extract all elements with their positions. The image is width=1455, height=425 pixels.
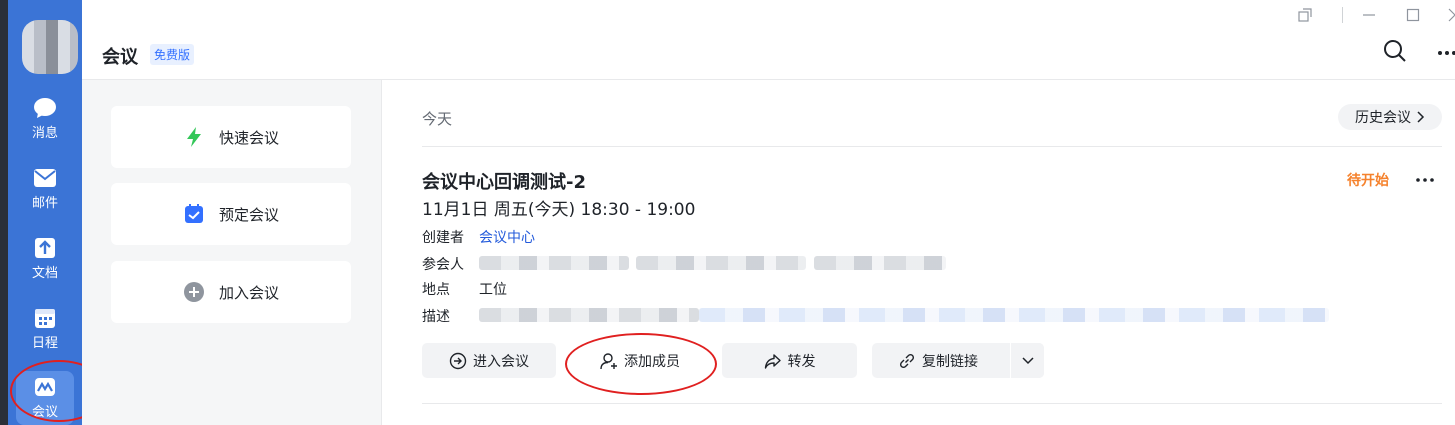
add-user-icon: [600, 352, 618, 370]
divider: [422, 146, 1442, 147]
forward-button[interactable]: 转发: [722, 343, 857, 378]
attendees-redacted: [814, 256, 946, 270]
creator-label: 创建者: [422, 230, 464, 246]
rail-item-meeting[interactable]: 会议: [16, 371, 74, 425]
rail-item-label: 邮件: [31, 196, 58, 211]
rail-item-calendar[interactable]: 日程: [16, 302, 74, 356]
page-title: 会议: [102, 47, 138, 68]
status-badge: 待开始: [1347, 173, 1389, 189]
attendees-label: 参会人: [422, 257, 464, 273]
quick-meeting-button[interactable]: 快速会议: [111, 106, 351, 168]
avatar[interactable]: [22, 20, 78, 74]
copy-link-label: 复制链接: [922, 353, 978, 370]
forward-label: 转发: [787, 353, 816, 370]
attendees-redacted: [636, 256, 806, 270]
app-window: 消息 邮件 文档 日程 会议 会议 免费版 快速会议 预定会议 加入会议 今天 …: [0, 0, 1455, 425]
description-redacted: [479, 308, 699, 322]
rail-item-label: 消息: [31, 126, 58, 141]
rail-edge: [0, 0, 8, 425]
attendees-redacted: [479, 256, 629, 270]
meeting-title[interactable]: 会议中心回调测试-2: [422, 168, 586, 194]
rail-item-label: 日程: [31, 336, 58, 351]
add-member-label: 添加成员: [624, 353, 680, 370]
pin-window-icon[interactable]: [1294, 4, 1316, 26]
link-icon: [898, 352, 916, 370]
edition-badge: 免费版: [150, 44, 195, 65]
rail-item-messages[interactable]: 消息: [16, 92, 74, 146]
mail-icon: [33, 167, 57, 189]
join-meeting-label: 加入会议: [218, 283, 279, 302]
calendar-icon: [33, 307, 57, 329]
schedule-meeting-label: 预定会议: [218, 205, 279, 224]
search-icon[interactable]: [1382, 38, 1408, 64]
chevron-down-icon: [1021, 356, 1034, 365]
forward-icon: [764, 352, 782, 370]
action-panel: 快速会议 预定会议 加入会议: [82, 80, 382, 425]
rail-item-label: 会议: [31, 405, 58, 420]
chat-icon: [33, 97, 57, 119]
meeting-more-icon[interactable]: [1416, 168, 1434, 187]
enter-meeting-button[interactable]: 进入会议: [422, 343, 556, 378]
enter-meeting-label: 进入会议: [473, 353, 529, 370]
more-options-icon[interactable]: [1438, 40, 1455, 64]
nav-rail: 消息 邮件 文档 日程 会议: [8, 0, 82, 425]
description-label: 描述: [422, 309, 450, 325]
minimize-icon[interactable]: [1358, 4, 1380, 26]
chevron-right-icon: [1417, 111, 1425, 123]
divider: [422, 403, 1442, 404]
close-icon[interactable]: [1444, 4, 1455, 26]
history-meetings-button[interactable]: 历史会议: [1338, 104, 1442, 130]
join-meeting-button[interactable]: 加入会议: [111, 261, 351, 323]
copy-link-dropdown[interactable]: [1011, 343, 1044, 378]
quick-meeting-label: 快速会议: [218, 128, 279, 147]
calendar-check-icon: [183, 203, 205, 225]
schedule-meeting-button[interactable]: 预定会议: [111, 183, 351, 245]
rail-item-docs[interactable]: 文档: [16, 232, 74, 286]
lightning-icon: [183, 126, 205, 148]
document-icon: [33, 237, 57, 259]
divider: [1332, 4, 1354, 26]
meeting-icon: [33, 376, 57, 398]
enter-icon: [449, 352, 467, 370]
creator-value[interactable]: 会议中心: [479, 227, 535, 247]
location-value: 工位: [479, 282, 507, 298]
meeting-time: 11月1日 周五(今天) 18:30 - 19:00: [422, 200, 696, 220]
meeting-list: 今天 历史会议 会议中心回调测试-2 11月1日 周五(今天) 18:30 - …: [382, 80, 1455, 425]
plus-circle-icon: [183, 281, 205, 303]
description-redacted: [699, 308, 1329, 322]
rail-item-mail[interactable]: 邮件: [16, 162, 74, 216]
rail-item-label: 文档: [31, 266, 58, 281]
add-member-button[interactable]: 添加成员: [573, 343, 707, 378]
history-meetings-label: 历史会议: [1355, 110, 1411, 126]
maximize-icon[interactable]: [1402, 4, 1424, 26]
day-heading: 今天: [422, 110, 453, 128]
title-bar: 会议 免费版: [82, 0, 1455, 80]
location-label: 地点: [422, 282, 450, 298]
